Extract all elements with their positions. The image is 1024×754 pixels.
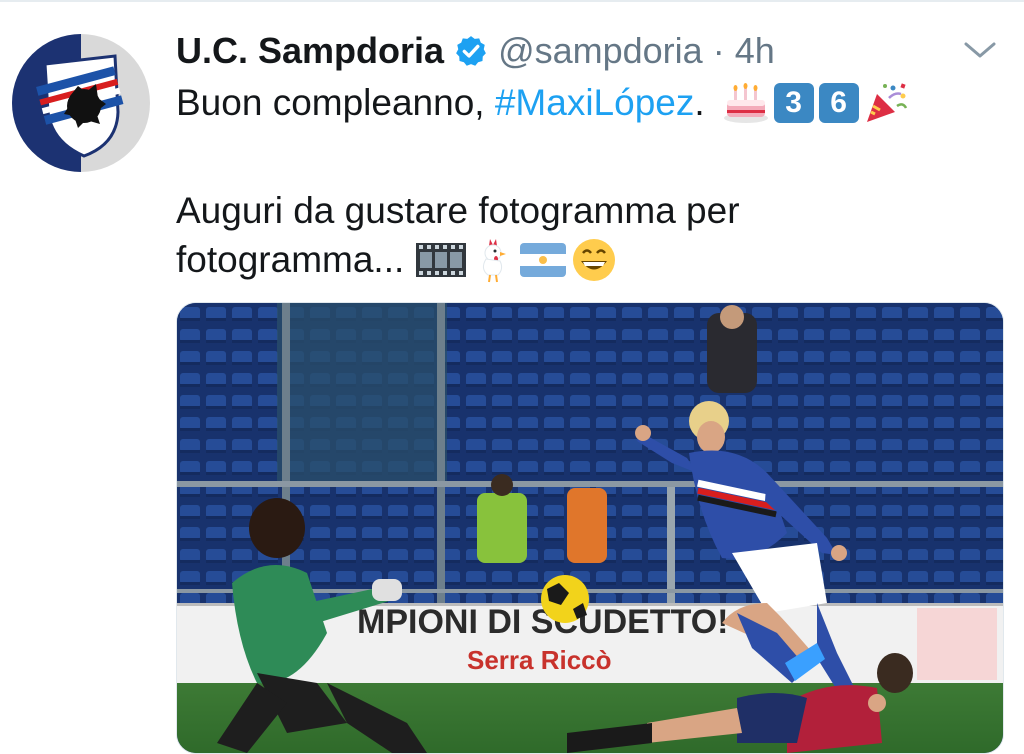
tweet-header: U.C. Sampdoria @sampdoria · 4h [176, 28, 775, 74]
tweet-text-suffix: . [694, 82, 705, 123]
hashtag-link[interactable]: #MaxiLópez [495, 79, 695, 127]
party-popper-emoji [866, 83, 907, 122]
tweet-text-line-3-text: fotogramma... [176, 239, 405, 280]
verified-badge-icon [456, 36, 486, 66]
tweet-text-line-2: Auguri da gustare fotogramma per [176, 190, 740, 231]
keycap-6-emoji: 6 [818, 83, 859, 123]
display-name[interactable]: U.C. Sampdoria [176, 30, 444, 72]
argentina-flag-emoji [520, 243, 567, 277]
banner-headline: MPIONI DI SCUDETTO! [357, 603, 729, 641]
chevron-down-icon[interactable] [962, 38, 998, 62]
birthday-cake-emoji [723, 83, 768, 123]
grinning-face-emoji [573, 239, 616, 281]
tweet-media-image[interactable]: MPIONI DI SCUDETTO! Serra Riccò [176, 302, 1004, 754]
top-divider [0, 0, 1024, 2]
separator: · [712, 30, 725, 71]
timestamp[interactable]: 4h [735, 30, 775, 72]
handle[interactable]: @sampdoria [498, 30, 703, 72]
film-frames-emoji [416, 243, 467, 277]
football-photo: MPIONI DI SCUDETTO! Serra Riccò [177, 303, 1003, 753]
tweet-text-prefix: Buon compleanno, [176, 82, 495, 123]
rooster-emoji [483, 239, 507, 283]
tweet-text-line-1: Buon compleanno, #MaxiLópez . 3 6 [176, 79, 909, 127]
keycap-3-emoji: 3 [773, 83, 814, 123]
avatar[interactable] [12, 34, 150, 172]
banner-sponsor: Serra Riccò [467, 645, 612, 675]
tweet-text-line-3: fotogramma... [176, 236, 616, 284]
